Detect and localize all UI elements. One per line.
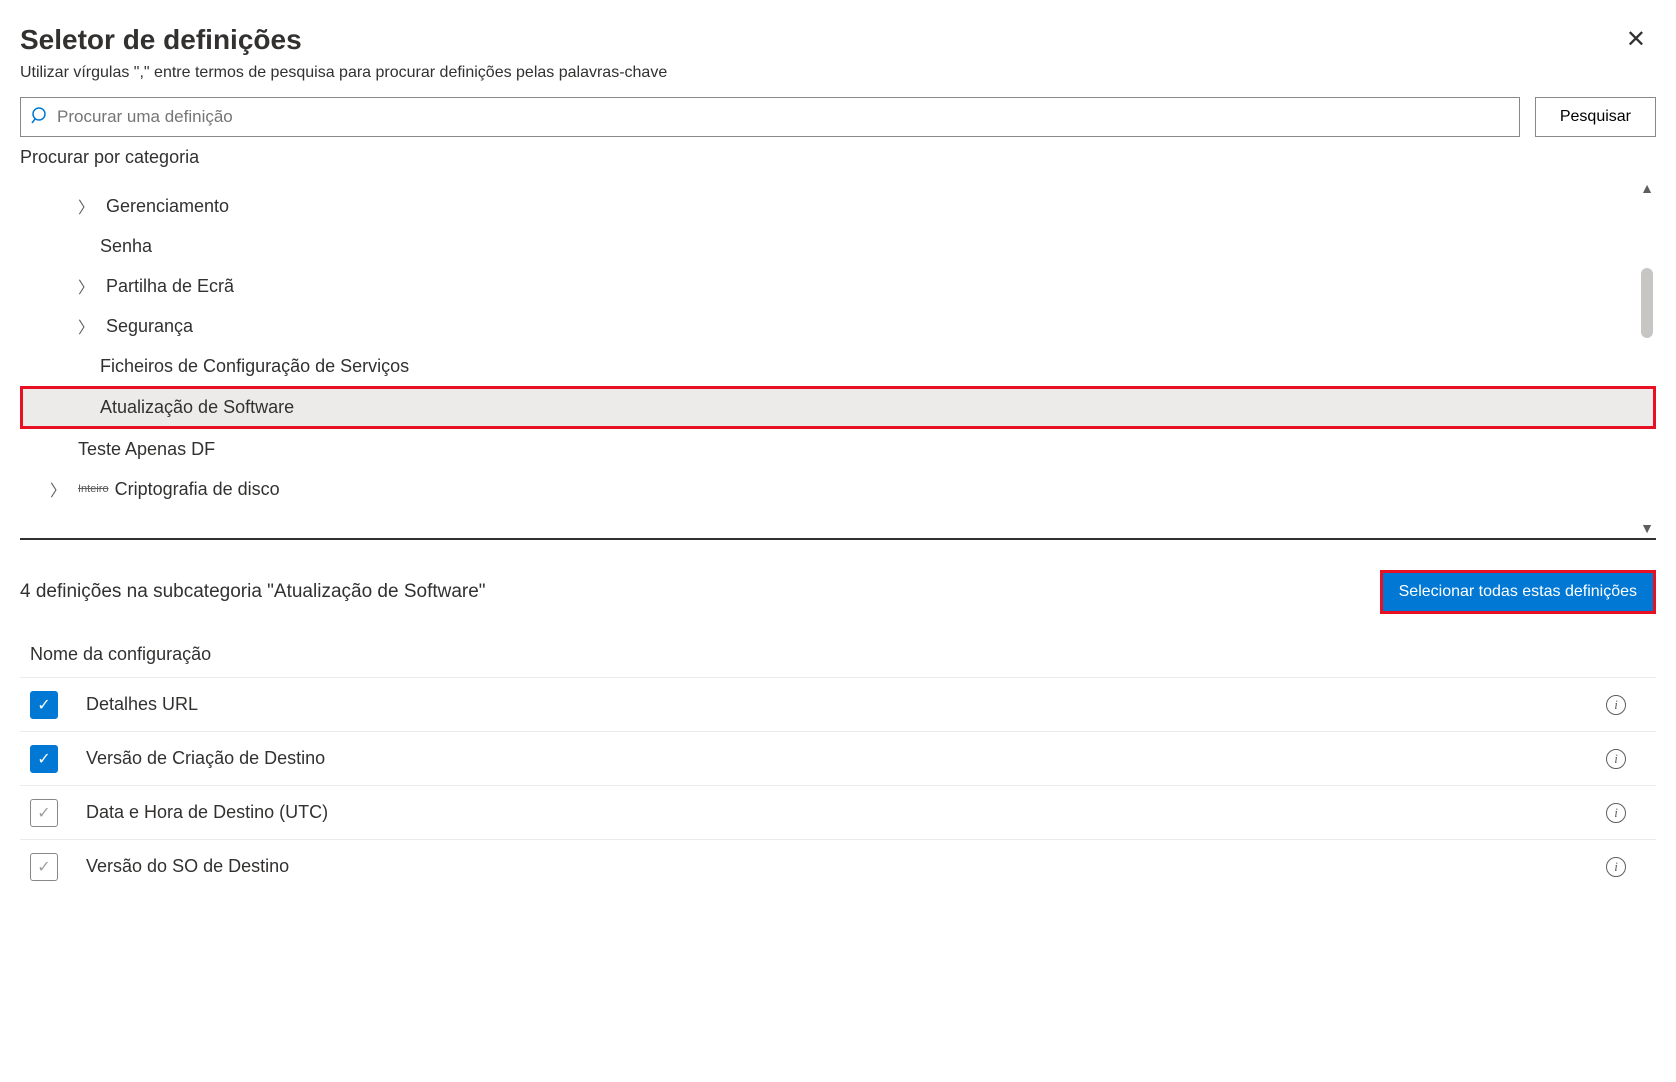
column-header-name: Nome da configuração [20, 644, 1656, 677]
tree-item-criptografia-disco[interactable]: 〉 Inteiro Criptografia de disco [20, 469, 1656, 509]
section-divider [20, 538, 1656, 540]
tree-item-label: Ficheiros de Configuração de Serviços [100, 356, 409, 377]
search-icon [31, 106, 49, 129]
info-icon[interactable]: i [1606, 749, 1626, 769]
setting-label: Detalhes URL [86, 694, 1606, 715]
scroll-down-icon[interactable]: ▼ [1638, 518, 1656, 538]
results-count-label: 4 definições na subcategoria "Atualizaçã… [20, 581, 486, 603]
chevron-right-icon: 〉 [78, 194, 98, 218]
setting-label: Versão de Criação de Destino [86, 748, 1606, 769]
tree-item-label: Partilha de Ecrã [106, 276, 234, 297]
select-all-button[interactable]: Selecionar todas estas definições [1380, 570, 1656, 614]
tree-item-partilha-ecra[interactable]: 〉 Partilha de Ecrã [20, 266, 1656, 306]
tree-item-teste-apenas-df[interactable]: Teste Apenas DF [20, 429, 1656, 469]
close-button[interactable]: ✕ [1616, 20, 1656, 59]
scroll-up-icon[interactable]: ▲ [1638, 178, 1656, 198]
scrollbar[interactable]: ▲ ▼ [1638, 178, 1656, 538]
chevron-right-icon: 〉 [78, 314, 98, 338]
tree-item-label: Senha [100, 236, 152, 257]
tree-item-atualizacao-software[interactable]: Atualização de Software [20, 386, 1656, 429]
dialog-subtitle: Utilizar vírgulas "," entre termos de pe… [20, 64, 1656, 82]
tree-item-label: Gerenciamento [106, 196, 229, 217]
tree-item-label: Teste Apenas DF [78, 439, 215, 460]
chevron-right-icon: 〉 [78, 274, 98, 298]
setting-row[interactable]: ✓ Versão de Criação de Destino i [20, 731, 1656, 785]
checkmark-icon: ✓ [37, 695, 50, 715]
checkmark-icon: ✓ [37, 803, 50, 823]
search-button[interactable]: Pesquisar [1535, 97, 1656, 137]
search-input[interactable] [57, 107, 1509, 127]
search-box[interactable] [20, 97, 1520, 137]
chevron-right-icon: 〉 [50, 477, 70, 501]
dialog-title: Seletor de definições [20, 24, 302, 56]
browse-category-label: Procurar por categoria [20, 147, 1656, 168]
setting-label: Versão do SO de Destino [86, 856, 1606, 877]
info-icon[interactable]: i [1606, 803, 1626, 823]
setting-checkbox[interactable]: ✓ [30, 853, 58, 881]
setting-checkbox[interactable]: ✓ [30, 691, 58, 719]
tree-item-ficheiros-config[interactable]: Ficheiros de Configuração de Serviços [20, 346, 1656, 386]
tree-item-senha[interactable]: Senha [20, 226, 1656, 266]
setting-checkbox[interactable]: ✓ [30, 799, 58, 827]
tree-item-seguranca[interactable]: 〉 Segurança [20, 306, 1656, 346]
info-icon[interactable]: i [1606, 857, 1626, 877]
checkmark-icon: ✓ [37, 749, 50, 769]
category-tree: 〉 Gerenciamento Senha 〉 Partilha de Ecrã… [20, 178, 1656, 509]
tree-item-label: Atualização de Software [100, 397, 294, 418]
setting-row[interactable]: ✓ Data e Hora de Destino (UTC) i [20, 785, 1656, 839]
setting-label: Data e Hora de Destino (UTC) [86, 802, 1606, 823]
setting-row[interactable]: ✓ Versão do SO de Destino i [20, 839, 1656, 893]
checkmark-icon: ✓ [37, 857, 50, 877]
tree-item-label: Segurança [106, 316, 193, 337]
setting-row[interactable]: ✓ Detalhes URL i [20, 677, 1656, 731]
close-icon: ✕ [1626, 26, 1646, 53]
tree-item-gerenciamento[interactable]: 〉 Gerenciamento [20, 186, 1656, 226]
setting-checkbox[interactable]: ✓ [30, 745, 58, 773]
info-icon[interactable]: i [1606, 695, 1626, 715]
tree-item-label: Criptografia de disco [115, 479, 280, 500]
tree-item-prefix: Inteiro [78, 483, 109, 495]
scroll-thumb[interactable] [1641, 268, 1653, 338]
